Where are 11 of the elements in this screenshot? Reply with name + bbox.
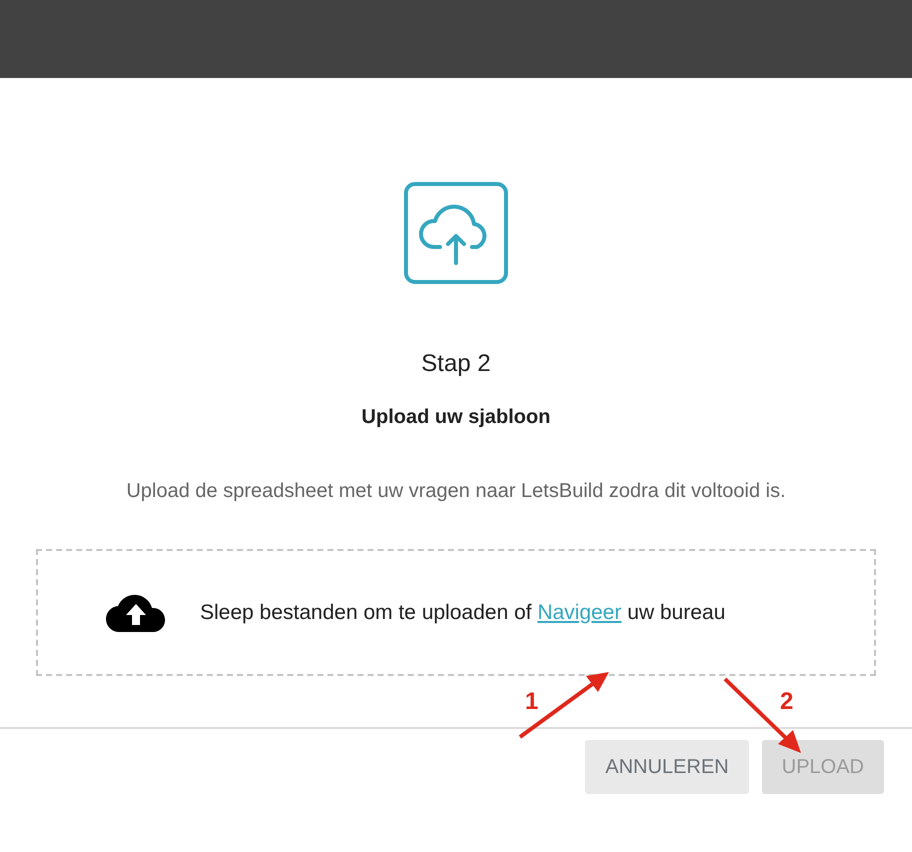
annotation-number: 1 xyxy=(525,690,538,714)
dropzone-text: Sleep bestanden om te uploaden of Navigeer uw bureau xyxy=(200,600,726,626)
step-title: Stap 2 xyxy=(421,349,491,379)
dropzone[interactable]: Sleep bestanden om te uploaden of Navigeer uw bureau xyxy=(36,549,876,676)
annotation-number: 2 xyxy=(780,690,794,714)
description-text: Upload de spreadsheet met uw vragen naar LetsBuild zodra dit voltooid is. xyxy=(125,479,787,504)
dialog-heading: Upload uw sjabloon xyxy=(362,405,550,430)
cancel-button[interactable]: ANNULEREN xyxy=(585,740,749,794)
browse-link[interactable]: Navigeer xyxy=(537,600,622,624)
cloud-upload-icon xyxy=(106,594,166,632)
cloud-upload-icon xyxy=(404,182,508,284)
